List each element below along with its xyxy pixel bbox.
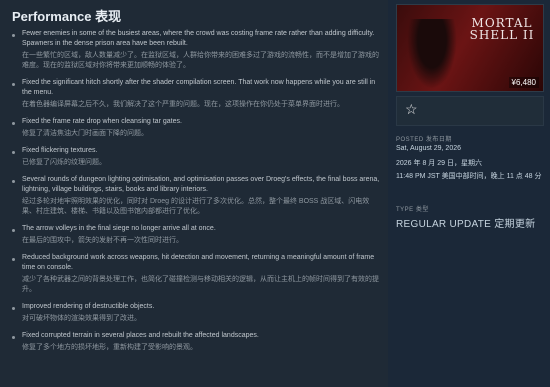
patch-notes-panel: Performance 表现 Fewer enemies in some of … — [0, 0, 388, 387]
patch-note-chinese: 经过多轮对地牢照明效果的优化，同时对 Droeg 的设计进行了多次优化。总然，整… — [22, 198, 370, 215]
patch-note-english: Reduced background work across weapons, … — [22, 254, 375, 271]
posted-date-en: Sat, August 29, 2026 — [396, 145, 461, 152]
price-tag: ¥6,480 — [508, 77, 539, 88]
patch-note-chinese: 减少了各种武器之间的背景处理工作，也简化了碰撞检测与移动相关的逻辑，从而让主机上… — [22, 276, 379, 293]
patch-note-item: Reduced background work across weapons, … — [12, 253, 382, 295]
section-title: Performance 表现 — [12, 9, 122, 24]
patch-note-english: The arrow volleys in the final siege no … — [22, 225, 216, 232]
patch-note-item: Fixed the significant hitch shortly afte… — [12, 78, 382, 110]
posted-date-zh: 2026 年 8 月 29 日，星期六 — [396, 160, 482, 167]
patch-note-item: Several rounds of dungeon lighting optim… — [12, 175, 382, 217]
patch-note-item: The arrow volleys in the final siege no … — [12, 224, 382, 246]
posted-time: 11:48 PM JST 美国中部时间，晚上 11 点 48 分 — [396, 173, 542, 180]
patch-note-item: Fixed the frame rate drop when cleansing… — [12, 117, 382, 139]
patch-note-item: Fixed flickering textures. 已修复了闪烁的纹理问题。 — [12, 146, 382, 168]
patch-note-english: Fixed the significant hitch shortly afte… — [22, 79, 376, 96]
wishlist-button[interactable]: ☆ — [396, 96, 544, 126]
event-sidebar: MORTAL SHELL II ¥6,480 ☆ POSTED 发布日期 Sat… — [390, 0, 550, 387]
patch-note-english: Fixed corrupted terrain in several place… — [22, 332, 259, 339]
hooded-figure-art — [407, 19, 457, 89]
patch-notes-list: Fewer enemies in some of the busiest are… — [12, 29, 382, 353]
patch-note-chinese: 修复了清洁焦油大门时画面下降的问题。 — [22, 130, 148, 137]
patch-note-english: Fixed flickering textures. — [22, 147, 98, 154]
star-icon: ☆ — [405, 101, 418, 117]
patch-note-item: Improved rendering of destructible objec… — [12, 302, 382, 324]
patch-note-chinese: 在最后的围攻中，箭矢的发射不再一次性同时进行。 — [22, 237, 183, 244]
patch-note-english: Several rounds of dungeon lighting optim… — [22, 176, 380, 193]
patch-note-chinese: 对可破坏物体的渲染效果得到了改进。 — [22, 315, 141, 322]
patch-note-chinese: 在一些繁忙的区域，敌人数量减少了。在监狱区域，人群给你带来的困难多过了游戏的流畅… — [22, 52, 379, 69]
posted-label: POSTED 发布日期 — [396, 137, 452, 143]
patch-note-english: Fewer enemies in some of the busiest are… — [22, 30, 375, 47]
patch-note-english: Fixed the frame rate drop when cleansing… — [22, 118, 182, 125]
patch-note-item: Fixed corrupted terrain in several place… — [12, 331, 382, 353]
patch-note-chinese: 在着色器编译屏幕之后不久，我们解决了这个严重的问题。现在，这项操作在你仍处于菜单… — [22, 101, 344, 108]
type-value: REGULAR UPDATE 定期更新 — [396, 219, 536, 230]
patch-note-item: Fewer enemies in some of the busiest are… — [12, 29, 382, 71]
type-label: TYPE 类型 — [396, 207, 429, 213]
patch-note-english: Improved rendering of destructible objec… — [22, 303, 155, 310]
game-capsule-image[interactable]: MORTAL SHELL II ¥6,480 — [396, 4, 544, 92]
patch-note-chinese: 已修复了闪烁的纹理问题。 — [22, 159, 106, 166]
game-logo: MORTAL SHELL II — [469, 16, 535, 42]
patch-note-chinese: 修复了多个地方的损坏地形，重新构建了受影响的景观。 — [22, 344, 197, 351]
